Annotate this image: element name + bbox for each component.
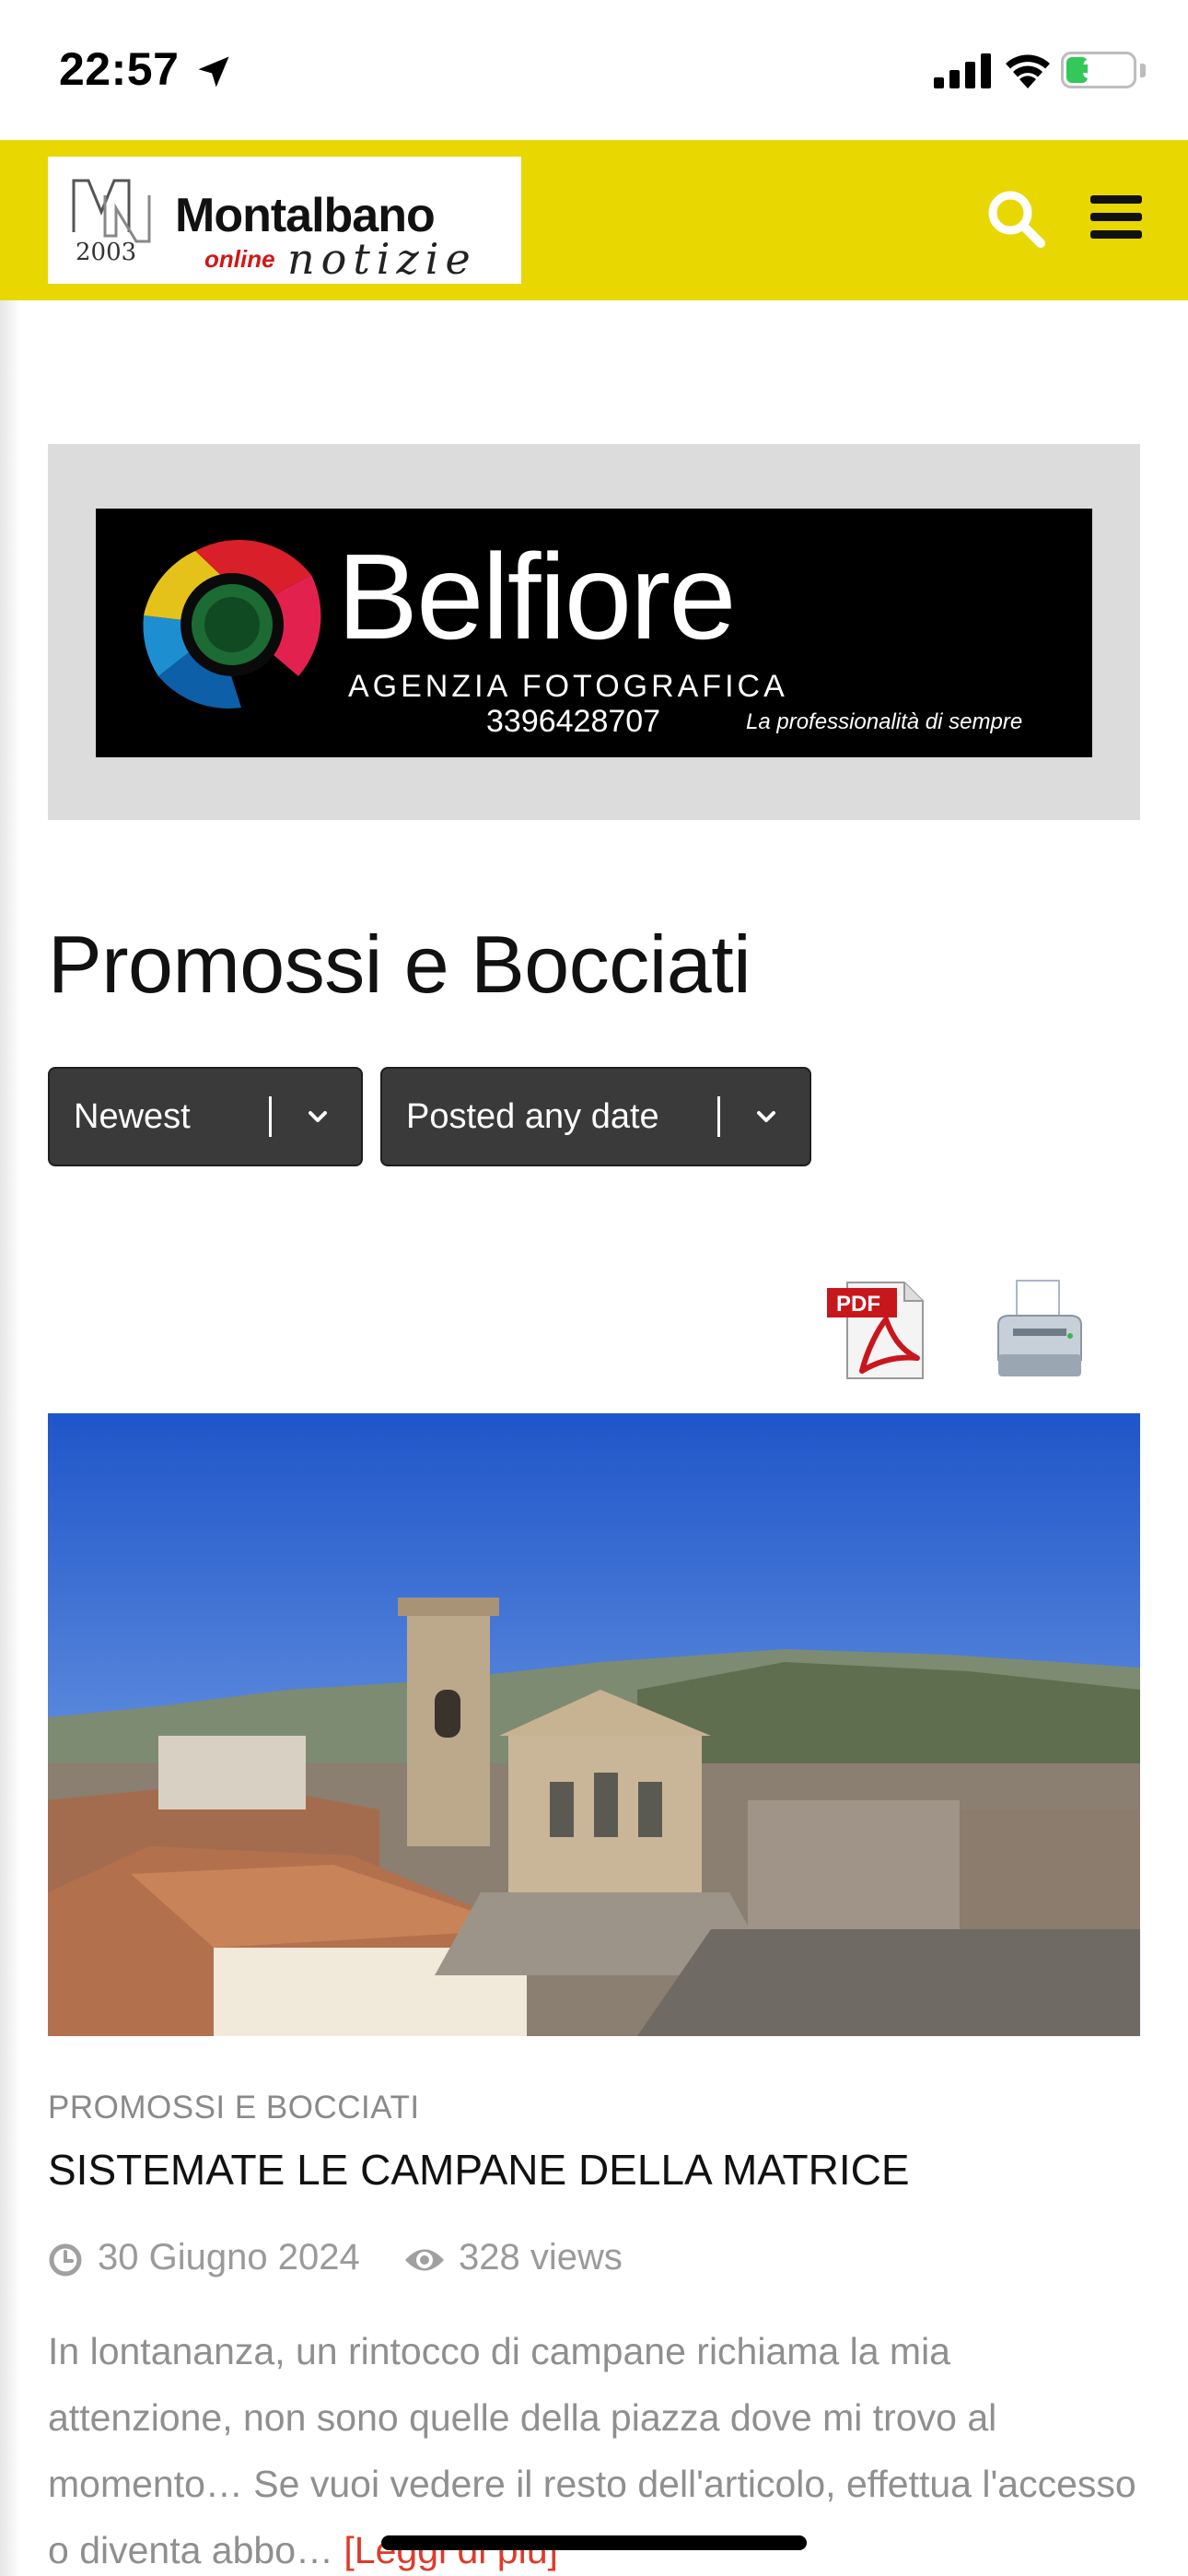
eye-icon (405, 2249, 444, 2271)
ad-subtitle: AGENZIA FOTOGRAFICA (348, 669, 788, 704)
battery-cap (1140, 64, 1146, 77)
chevron-down-icon (757, 1111, 775, 1122)
cellular-signal-icon (934, 53, 991, 88)
ad-brand: Belfiore (337, 529, 737, 664)
site-logo[interactable]: 2003 Montalbano online notizie (48, 157, 521, 284)
camera-aperture-logo-icon (143, 539, 321, 708)
printer-icon[interactable] (991, 1275, 1089, 1382)
logo-year: 2003 (76, 239, 136, 266)
ad-tagline: La professionalità di sempre (746, 709, 1023, 734)
pdf-label: PDF (836, 1292, 880, 1317)
belfiore-ad-banner[interactable]: Belfiore AGENZIA FOTOGRAFICA 3396428707 … (96, 509, 1092, 757)
logo-monogram-icon: 2003 (72, 179, 151, 266)
sort-order-value: Newest (74, 1097, 191, 1136)
status-time: 22:57 (59, 43, 180, 95)
search-icon[interactable] (985, 188, 1046, 249)
article-category-link[interactable]: PROMOSSI E BOCCIATI (48, 2090, 420, 2126)
date-filter-value: Posted any date (406, 1097, 659, 1136)
battery-level: 33 (1082, 54, 1113, 85)
status-bar: 22:57 33 (0, 0, 1188, 140)
home-indicator[interactable] (381, 2535, 807, 2550)
article-views: 328 views (459, 2237, 623, 2277)
clock-icon (49, 2243, 82, 2277)
wifi-icon (1006, 54, 1050, 88)
page-title: Promossi e Bocciati (48, 919, 751, 1010)
date-filter-select[interactable]: Posted any date (380, 1067, 811, 1166)
logo-online: online (204, 245, 275, 273)
location-arrow-icon (198, 56, 229, 88)
logo-notizie: notizie (287, 234, 477, 284)
site-header: 2003 Montalbano online notizie (0, 140, 1188, 300)
pdf-icon[interactable]: PDF (825, 1279, 930, 1382)
hamburger-menu-icon[interactable] (1089, 192, 1144, 243)
cathedral-photo (48, 1413, 1140, 2036)
article-title-link[interactable]: SISTEMATE LE CAMPANE DELLA MATRICE (48, 2145, 910, 2195)
left-edge-shadow (0, 300, 20, 2576)
article-featured-image[interactable] (48, 1413, 1140, 2036)
battery-charging-icon: 33 (1061, 52, 1136, 88)
chevron-down-icon (309, 1111, 327, 1122)
ad-phone: 3396428707 (486, 704, 661, 739)
sort-order-select[interactable]: Newest (48, 1067, 363, 1166)
advertisement-block: Belfiore AGENZIA FOTOGRAFICA 3396428707 … (48, 444, 1140, 820)
article-date: 30 Giugno 2024 (98, 2237, 360, 2277)
select-divider (269, 1096, 272, 1137)
select-divider (717, 1096, 720, 1137)
